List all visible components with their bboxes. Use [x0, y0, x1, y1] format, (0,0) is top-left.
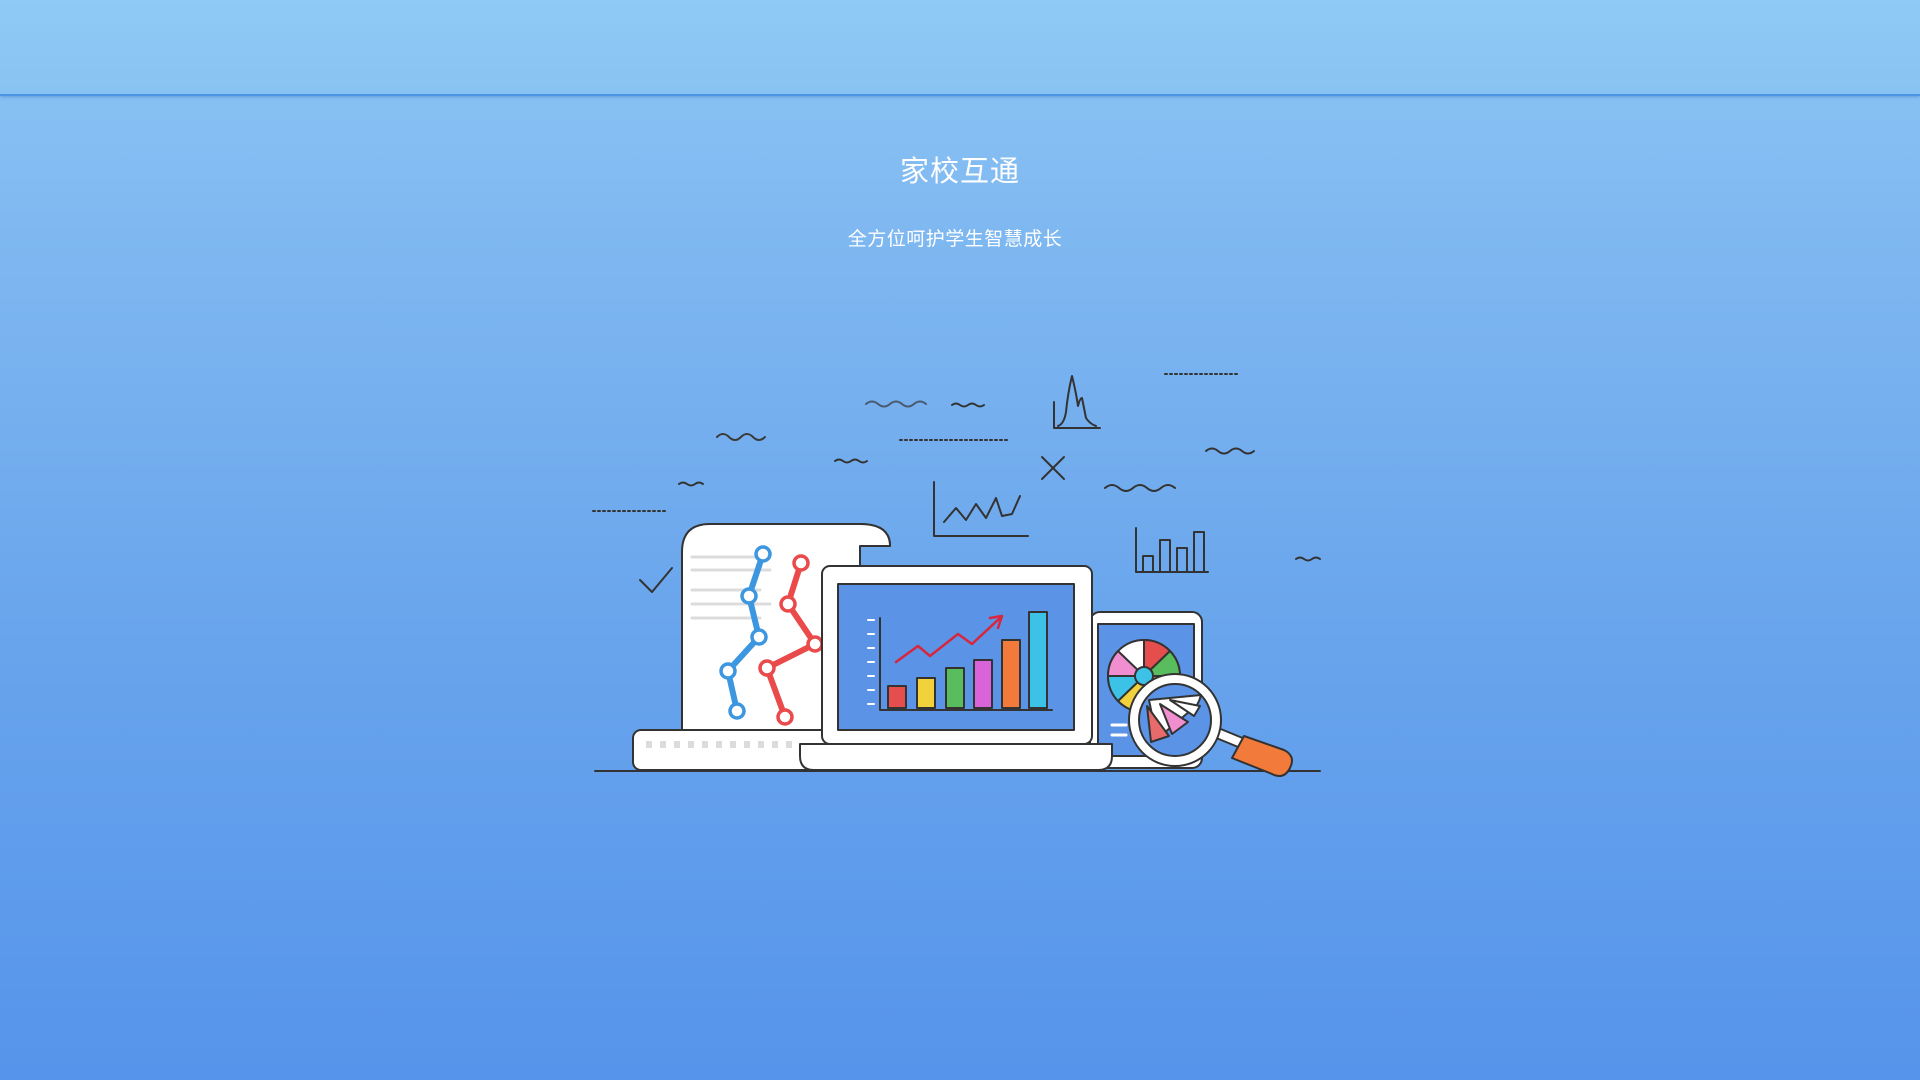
- page-title: 家校互通: [899, 154, 1020, 188]
- laptop-bar-chart-icon: [799, 565, 1113, 771]
- cross-icon: [1041, 456, 1065, 480]
- line-chart-icon: [933, 481, 1029, 537]
- analytics-illustration: [592, 373, 1321, 777]
- peak-chart-icon: [1053, 375, 1101, 429]
- page-subtitle: 全方位呵护学生智慧成长: [847, 228, 1063, 250]
- top-header-bar: [0, 0, 1920, 96]
- bar-chart-icon: [1135, 527, 1209, 573]
- checkmark-icon: [639, 567, 673, 593]
- magnifier-icon: [1128, 673, 1293, 777]
